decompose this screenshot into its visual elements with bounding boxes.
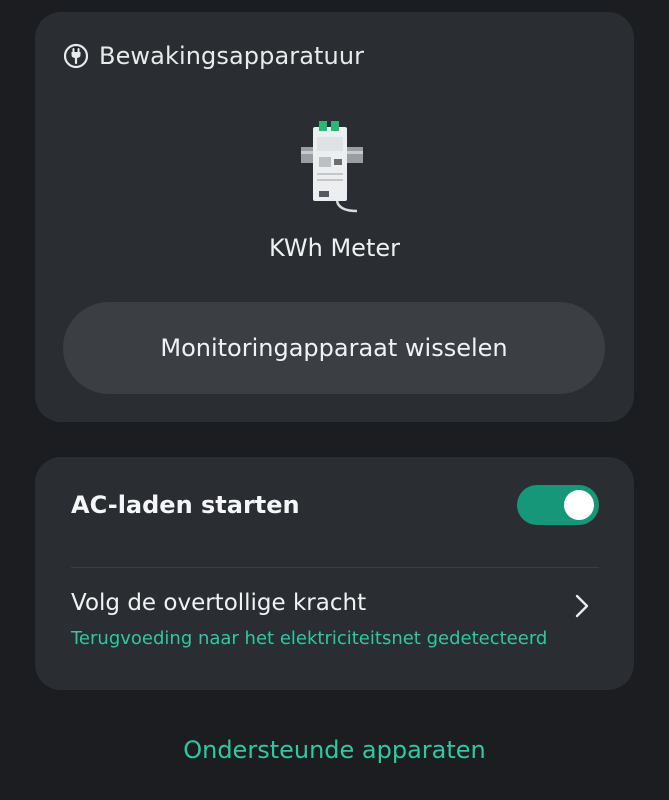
ac-charging-row: AC-laden starten [71,485,599,525]
toggle-knob [564,490,594,520]
supported-devices-link[interactable]: Ondersteunde apparaten [0,736,669,764]
switch-monitoring-device-button[interactable]: Monitoringapparaat wisselen [63,302,605,394]
kwh-meter-image [297,117,367,217]
surplus-status-text: Terugvoeding naar het elektriciteitsnet … [71,628,548,649]
surplus-title: Volg de overtollige kracht [71,590,367,616]
ac-charging-toggle[interactable] [517,485,599,525]
chevron-right-icon [575,594,589,618]
charging-settings-card: AC-laden starten Volg de overtollige kra… [35,457,634,690]
plug-icon [63,43,89,69]
ac-charging-label: AC-laden starten [71,491,300,519]
device-name: KWh Meter [269,234,400,262]
surplus-power-row[interactable]: Volg de overtollige kracht Terugvoeding … [71,590,599,649]
section-header: Bewakingsapparatuur [63,42,364,70]
divider [71,567,599,568]
monitoring-device-card: Bewakingsapparatuur KWh Meter Monitoring… [35,12,634,422]
section-title: Bewakingsapparatuur [99,42,365,70]
